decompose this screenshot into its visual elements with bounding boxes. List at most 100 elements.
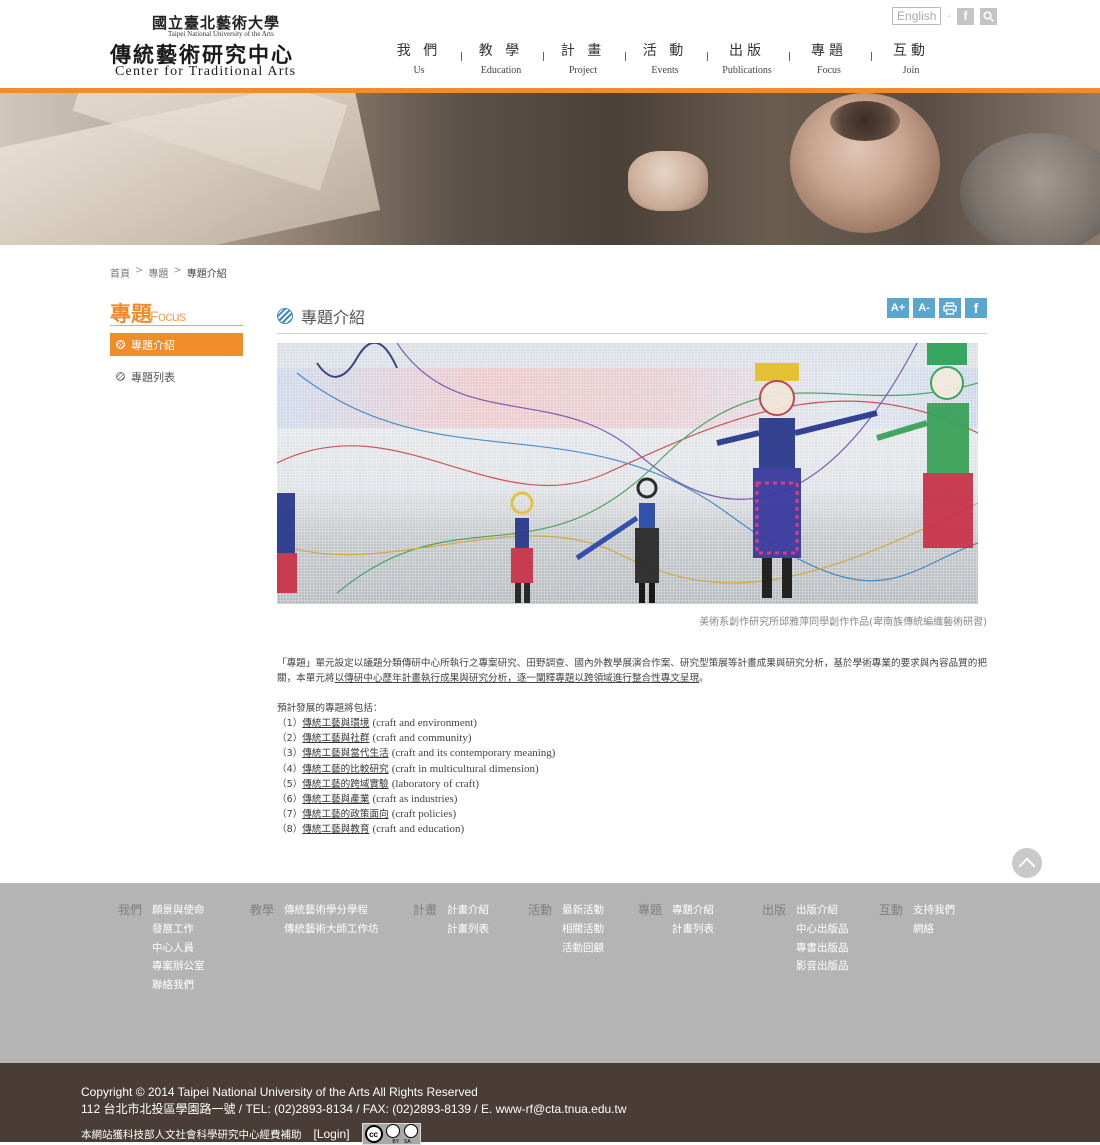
topic-link[interactable]: 傳統工藝與當代生活 xyxy=(302,748,388,759)
nav-label: 出版 xyxy=(729,43,765,59)
footer-link[interactable]: 聯絡我們 xyxy=(152,976,205,995)
cc-terms: BY SA xyxy=(385,1123,418,1145)
topic-link[interactable]: 傳統工藝的比較研究 xyxy=(302,764,388,775)
intro-paragraph: 「專題」單元設定以議題分類傳研中心所執行之專案研究、田野調查、國內外教學展演合作… xyxy=(277,656,987,686)
nav-item-us[interactable]: 我 們 Us xyxy=(378,40,462,80)
nav-label: 專題 xyxy=(811,43,847,59)
sidebar-title: 專題Focus xyxy=(110,298,243,326)
nav-item-focus[interactable]: 專題 Focus xyxy=(788,40,872,80)
footer-sitemap: 我們 願景與使命 發展工作 中心人員 專案辦公室 聯絡我們 教學 傳統藝術學分學… xyxy=(0,883,1100,1063)
copyright-text: Copyright © 2014 Taipei National Univers… xyxy=(81,1085,478,1099)
footer-col-head: 教學 xyxy=(250,903,275,917)
english-link[interactable]: English xyxy=(892,7,942,25)
footer-link[interactable]: 出版介紹 xyxy=(796,901,849,920)
footer-link[interactable]: 支持我們 xyxy=(913,901,955,920)
banner-pottery xyxy=(960,133,1100,245)
bullet-icon xyxy=(116,340,125,349)
footer-link[interactable]: 傳統藝術學分學程 xyxy=(284,901,379,920)
list-number: （7） xyxy=(277,809,303,821)
topic-link[interactable]: 傳統工藝的政策面向 xyxy=(302,809,388,820)
footer-link[interactable]: 專書出版品 xyxy=(796,939,849,958)
list-number: （3） xyxy=(277,748,303,760)
nav-item-project[interactable]: 計 畫 Project xyxy=(542,40,626,80)
sidebar-item-list[interactable]: 專題列表 xyxy=(110,365,243,388)
footer-col-education: 教學 傳統藝術學分學程 傳統藝術大師工作坊 xyxy=(250,901,379,939)
cc-logo-icon: cc xyxy=(364,1125,383,1143)
topic-link[interactable]: 傳統工藝與教育 xyxy=(302,824,369,835)
topic-english: (craft and environment) xyxy=(372,717,477,729)
breadcrumb-focus[interactable]: 專題 xyxy=(148,265,168,280)
login-link[interactable]: [Login] xyxy=(314,1127,350,1141)
list-item: （3）傳統工藝與當代生活 (craft and its contemporary… xyxy=(277,746,987,761)
breadcrumb-home[interactable]: 首頁 xyxy=(110,265,130,280)
list-item: （7）傳統工藝的政策面向 (craft policies) xyxy=(277,807,987,822)
back-to-top-button[interactable] xyxy=(1012,848,1042,878)
footer-link[interactable]: 最新活動 xyxy=(562,901,604,920)
list-item: （2）傳統工藝與社群 (craft and community) xyxy=(277,731,987,746)
bullet-icon xyxy=(116,372,125,381)
footer-link[interactable]: 發展工作 xyxy=(152,920,205,939)
footer-link[interactable]: 專題介紹 xyxy=(672,901,714,920)
nav-label: 教 學 xyxy=(478,43,524,59)
nav-label-en: Focus xyxy=(817,65,841,76)
footer-link[interactable]: 計畫列表 xyxy=(447,920,489,939)
topic-english: (craft and education) xyxy=(372,823,465,836)
content-header: 專題介紹 A+ A- f xyxy=(277,298,987,334)
banner-image xyxy=(0,93,1100,245)
topic-link[interactable]: 傳統工藝的跨域實驗 xyxy=(302,779,388,790)
chevron-up-icon xyxy=(1018,857,1036,875)
nav-item-events[interactable]: 活 動 Events xyxy=(624,40,708,80)
search-icon[interactable] xyxy=(980,7,997,25)
nav-item-join[interactable]: 互動 Join xyxy=(870,40,952,80)
nav-item-publications[interactable]: 出版 Publications xyxy=(706,40,790,80)
bead-figure xyxy=(510,491,534,603)
facebook-icon[interactable]: f xyxy=(957,7,974,25)
nav-label: 我 們 xyxy=(396,43,442,59)
nav-label: 活 動 xyxy=(642,43,688,59)
content-tools: A+ A- f xyxy=(887,298,987,318)
list-item: （1）傳統工藝與環境 (craft and environment) xyxy=(277,716,987,731)
site-header: 國立臺北藝術大學 Taipei National University of t… xyxy=(0,0,1100,90)
center-name-en: Center for Traditional Arts xyxy=(115,64,297,79)
print-icon[interactable] xyxy=(939,298,961,318)
site-logo[interactable]: 國立臺北藝術大學 Taipei National University of t… xyxy=(108,10,328,82)
footer-link[interactable]: 專案辦公室 xyxy=(152,957,205,976)
nav-label-en: Education xyxy=(480,65,522,76)
font-smaller-button[interactable]: A- xyxy=(913,298,935,318)
topic-link[interactable]: 傳統工藝與產業 xyxy=(302,794,369,805)
funding-text: 本網站獲科技部人文社會科學研究中心經費補助 xyxy=(81,1128,302,1141)
footer-link[interactable]: 傳統藝術大師工作坊 xyxy=(284,920,379,939)
footer-link[interactable]: 相關活動 xyxy=(562,920,604,939)
sidebar-title-zh: 專題 xyxy=(110,301,152,326)
list-item: （5）傳統工藝的跨域實驗 (laboratory of craft) xyxy=(277,777,987,792)
facebook-share-icon[interactable]: f xyxy=(965,298,987,318)
banner-pottery xyxy=(628,151,708,211)
topic-link[interactable]: 傳統工藝與環境 xyxy=(302,718,369,729)
footer-col-head: 專題 xyxy=(638,903,663,917)
footer-link[interactable]: 網絡 xyxy=(913,920,955,939)
nav-item-education[interactable]: 教 學 Education xyxy=(460,40,544,80)
footer-col-head: 互動 xyxy=(879,903,904,917)
breadcrumb-separator: > xyxy=(173,265,182,276)
footer-col-events: 活動 最新活動 相關活動 活動回顧 xyxy=(528,901,604,957)
footer-link[interactable]: 願景與使命 xyxy=(152,901,205,920)
font-larger-button[interactable]: A+ xyxy=(887,298,909,318)
footer-link[interactable]: 計畫列表 xyxy=(672,920,714,939)
cc-sa-icon xyxy=(403,1123,418,1138)
divider: - xyxy=(947,10,951,22)
footer-link[interactable]: 計畫介紹 xyxy=(447,901,489,920)
footer-link[interactable]: 影音出版品 xyxy=(796,957,849,976)
nav-label-en: Project xyxy=(568,65,598,76)
sidebar-item-intro[interactable]: 專題介紹 xyxy=(110,333,243,356)
topic-link[interactable]: 傳統工藝與社群 xyxy=(302,733,369,744)
main-nav: 我 們 Us 教 學 Education 計 畫 Project 活 動 Eve… xyxy=(378,40,952,80)
nav-label: 互動 xyxy=(893,43,929,59)
footer-link[interactable]: 中心出版品 xyxy=(796,920,849,939)
footer-link[interactable]: 中心人員 xyxy=(152,939,205,958)
nav-label-en: Events xyxy=(651,65,679,76)
footer-col-project: 計畫 計畫介紹 計畫列表 xyxy=(413,901,489,939)
footer-link[interactable]: 活動回顧 xyxy=(562,939,604,958)
nav-label-en: Publications xyxy=(722,65,772,76)
feature-photo xyxy=(277,343,978,604)
university-name-en: Taipei National University of the Arts xyxy=(168,30,274,38)
